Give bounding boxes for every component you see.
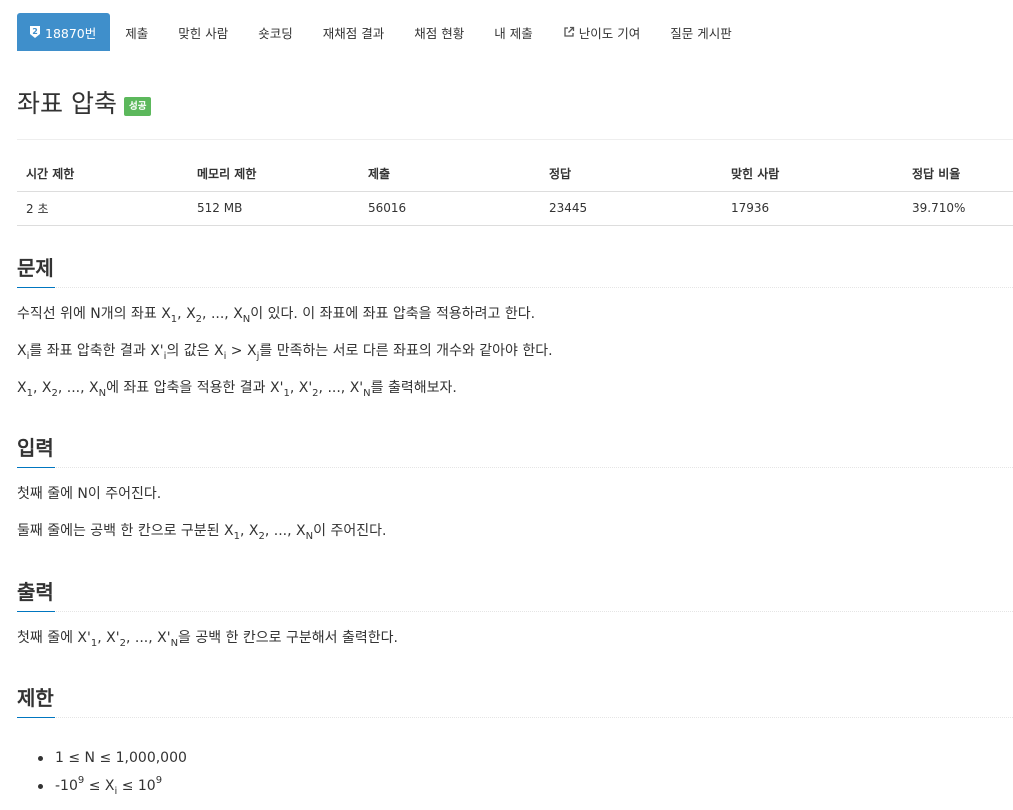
tab-label: 내 제출 [494,25,533,41]
tab-label: 숏코딩 [258,25,293,41]
header-time-limit: 시간 제한 [17,157,188,192]
input-paragraph: 첫째 줄에 N이 주어진다. [17,486,162,502]
section-header: 제한 [17,684,1013,718]
problem-paragraph: 수직선 위에 N개의 좌표 X1, X2, ..., XN이 있다. 이 좌표에… [17,306,536,325]
tab-my-submissions[interactable]: 내 제출 [479,13,547,51]
header-accept-ratio: 정답 비율 [903,157,1013,192]
header-submissions: 제출 [359,157,540,192]
section-header: 문제 [17,254,1013,288]
value-submissions: 56016 [359,191,540,226]
tab-label: 질문 게시판 [670,25,732,41]
value-memory-limit: 512 MB [188,191,359,226]
section-underline [17,467,55,468]
header-memory-limit: 메모리 제한 [188,157,359,192]
page-title: 좌표 압축 [17,89,117,118]
title-area: 좌표 압축 성공 [17,86,152,122]
header-solvers: 맞힌 사람 [722,157,903,192]
list-item: 1 ≤ N ≤ 1,000,000 [17,748,1013,768]
title-divider [17,139,1013,140]
problem-paragraph: Xi를 좌표 압축한 결과 X'i의 값은 Xi > Xj를 만족하는 서로 다… [17,343,553,362]
value-solvers: 17936 [722,191,903,226]
section-header: 입력 [17,434,1013,468]
silver-tier-badge-icon: 2 [29,25,41,39]
tab-rejudge-results[interactable]: 재채점 결과 [308,13,399,51]
problem-paragraph: X1, X2, ..., XN에 좌표 압축을 적용한 결과 X'1, X'2,… [17,380,457,399]
tab-label: 채점 현황 [414,25,465,41]
section-title: 출력 [17,580,54,604]
section-underline [17,287,55,288]
limits-list: 1 ≤ N ≤ 1,000,000 -109 ≤ Xi ≤ 109 [17,748,1013,797]
tab-short-coding[interactable]: 숏코딩 [243,13,308,51]
tab-solvers[interactable]: 맞힌 사람 [163,13,243,51]
header-accepted: 정답 [540,157,722,192]
problem-info-table: 시간 제한 메모리 제한 제출 정답 맞힌 사람 정답 비율 2 초 512 M… [17,157,1013,226]
section-underline [17,611,55,612]
limits-section: 제한 1 ≤ N ≤ 1,000,000 -109 ≤ Xi ≤ 109 [17,684,1013,804]
tab-problem[interactable]: 2 18870번 [17,13,111,51]
tab-question-board[interactable]: 질문 게시판 [655,13,746,51]
output-section: 출력 첫째 줄에 X'1, X'2, ..., X'N을 공백 한 칸으로 구분… [17,578,1013,649]
external-link-icon [563,26,575,38]
value-accepted: 23445 [540,191,722,226]
tab-submit[interactable]: 제출 [110,13,163,51]
tab-label: 난이도 기여 [578,25,641,41]
section-title: 문제 [17,256,54,280]
tab-judge-status[interactable]: 채점 현황 [399,13,479,51]
input-paragraph: 둘째 줄에는 공백 한 칸으로 구분된 X1, X2, ..., XN이 주어진… [17,523,387,542]
tab-difficulty-contribution[interactable]: 난이도 기여 [548,13,655,51]
section-title: 제한 [17,686,54,710]
table-header-row: 시간 제한 메모리 제한 제출 정답 맞힌 사람 정답 비율 [17,157,1013,192]
input-section: 입력 첫째 줄에 N이 주어진다. 둘째 줄에는 공백 한 칸으로 구분된 X1… [17,434,1013,542]
problem-nav-tabs: 2 18870번 제출 맞힌 사람 숏코딩 재채점 결과 채점 현황 내 제출 … [17,13,747,51]
table-row: 2 초 512 MB 56016 23445 17936 39.710% [17,191,1013,226]
status-badge: 성공 [123,97,152,116]
section-header: 출력 [17,578,1013,612]
list-item: -109 ≤ Xi ≤ 109 [17,776,1013,797]
problem-description-section: 문제 수직선 위에 N개의 좌표 X1, X2, ..., XN이 있다. 이 … [17,254,1013,399]
svg-text:2: 2 [32,27,38,36]
section-underline [17,717,55,718]
value-accept-ratio: 39.710% [903,191,1013,226]
problem-id-label: 18870번 [45,25,97,41]
tab-label: 제출 [125,25,149,41]
section-title: 입력 [17,436,54,460]
tab-label: 재채점 결과 [322,25,385,41]
tab-label: 맞힌 사람 [178,25,229,41]
output-paragraph: 첫째 줄에 X'1, X'2, ..., X'N을 공백 한 칸으로 구분해서 … [17,630,398,649]
value-time-limit: 2 초 [17,191,188,226]
